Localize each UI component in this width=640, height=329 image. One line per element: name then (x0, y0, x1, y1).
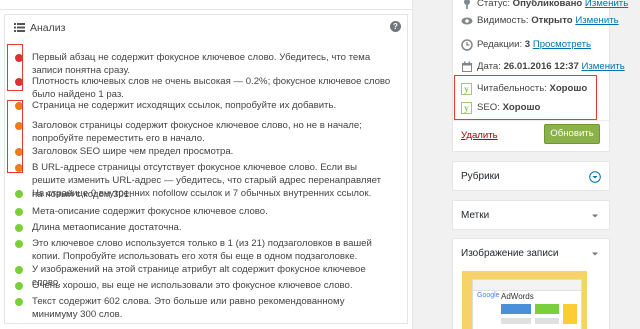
highlight-yoast-scores (454, 75, 597, 120)
calendar-icon (462, 61, 472, 72)
update-button[interactable]: Обновить (544, 124, 600, 144)
status-label: Статус: (477, 0, 510, 9)
analysis-header[interactable]: Анализ ? (5, 15, 407, 41)
status-dot-green (15, 208, 23, 216)
clock-icon (461, 39, 473, 51)
panel-top-edge (0, 0, 413, 10)
screenshot-preview: Google AdWords (472, 279, 582, 329)
caret-down-icon[interactable] (589, 248, 601, 260)
analysis-item-text: Первый абзац не содержит фокусное ключев… (32, 52, 371, 77)
featured-image-thumbnail[interactable]: Google AdWords (462, 271, 587, 329)
google-logo: Google (477, 292, 500, 299)
analysis-item-text: Текст содержит 602 слова. Это больше или… (32, 296, 345, 321)
analysis-item-text: Плотность ключевых слов не очень высокая… (32, 76, 391, 101)
caret-down-icon[interactable] (589, 210, 601, 222)
visibility-edit-link[interactable]: Изменить (575, 15, 618, 26)
revisions-label: Редакции: (477, 39, 523, 50)
analysis-item-text: Страница не содержит исходящих ссылок, п… (32, 100, 337, 111)
featured-image-title: Изображение записи (461, 248, 559, 259)
preview-header (473, 280, 581, 291)
status-dot-green (15, 266, 23, 274)
rubrics-box[interactable]: Рубрики (452, 161, 610, 191)
status-edit-link[interactable]: Изменить (585, 0, 628, 9)
content-panel: Анализ ? Первый абзац не содержит фокусн… (0, 0, 413, 329)
tags-title: Метки (461, 210, 490, 221)
divider (453, 120, 609, 121)
adwords-text: AdWords (501, 292, 534, 301)
rubrics-title: Рубрики (461, 171, 500, 182)
status-dot-green (15, 298, 23, 306)
status-dot-green (15, 282, 23, 290)
status-value: Опубликовано (512, 0, 583, 9)
delete-link[interactable]: Удалить (461, 130, 498, 141)
highlight-orange-dots (7, 100, 23, 173)
analysis-item-text: Мета-описание содержит фокусное ключевое… (32, 206, 268, 217)
preview-block (501, 318, 531, 324)
analysis-item-text: Заголовок SEO шире чем предел просмотра. (32, 146, 234, 157)
preview-block (563, 304, 577, 324)
date-label: Дата: (477, 61, 501, 72)
analysis-box: Анализ ? Первый абзац не содержит фокусн… (4, 14, 408, 324)
analysis-item-text: Длина метаописание достаточна. (32, 222, 182, 233)
analysis-item-text: Очень хорошо, вы еще не использовали это… (32, 280, 353, 291)
visibility-value: Открыто (531, 15, 573, 26)
highlight-red-dots (7, 44, 23, 91)
status-dot-green (15, 190, 23, 198)
eye-icon (461, 17, 473, 25)
analysis-item-text: На странице 0 внутренних nofollow ссылок… (32, 188, 372, 199)
pin-icon (464, 0, 470, 9)
date-value: 26.01.2016 12:37 (503, 61, 579, 72)
analysis-title: Анализ (30, 22, 66, 34)
date-edit-link[interactable]: Изменить (581, 61, 624, 72)
preview-block (501, 304, 531, 314)
list-icon (14, 23, 25, 32)
status-dot-green (15, 224, 23, 232)
preview-block (535, 318, 559, 324)
visibility-label: Видимость: (477, 15, 529, 26)
analysis-item-text: Заголовок страницы содержит фокусное клю… (32, 120, 362, 145)
status-dot-green (15, 240, 23, 248)
featured-image-box: Изображение записи Google AdWords (452, 238, 610, 329)
help-icon[interactable]: ? (390, 21, 401, 32)
analysis-item-text: Это ключевое слово используется только в… (32, 238, 372, 263)
revisions-view-link[interactable]: Просмотреть (533, 39, 591, 50)
chevron-down-icon[interactable] (589, 171, 601, 183)
tags-box[interactable]: Метки (452, 200, 610, 230)
revisions-value: 3 (524, 39, 531, 50)
preview-block (535, 304, 559, 314)
